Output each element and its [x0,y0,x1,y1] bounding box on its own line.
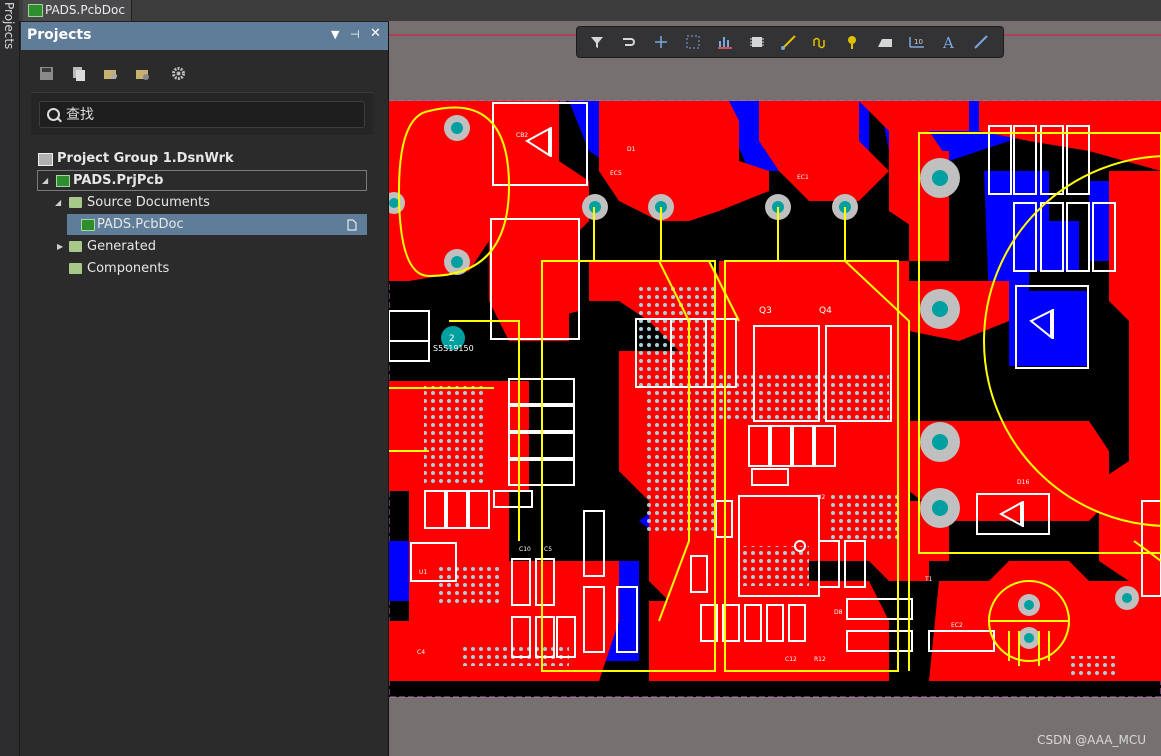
pcb-canvas[interactable]: CB2 D1 EC5 EC1 Q3 Q4 D16 EC2 T1 C10 C5 U… [389,21,1161,756]
pcb-doc-icon [81,219,95,231]
route-icon[interactable] [619,32,639,52]
ref-t1: T1 [924,576,933,583]
tree-label: Generated [87,239,156,254]
ref-ec5: EC5 [610,170,622,177]
folder-icon [69,263,82,274]
ref-d16: D16 [1017,479,1029,486]
workspace-icon [38,153,53,166]
projects-side-tab[interactable]: Projects [0,0,20,756]
expand-arrow-icon[interactable]: ◢ [55,192,61,213]
watermark-text: CSDN @AAA_MCU [1037,733,1146,747]
panel-pin-icon[interactable]: ⊣ [350,28,360,41]
active-bar-toolbar: 10 A [576,26,1004,58]
ref-d1: D1 [627,146,636,153]
panel-close-icon[interactable]: ✕ [370,26,381,41]
tree-item-pcb-doc[interactable]: PADS.PcbDoc [67,214,367,235]
chart-icon[interactable] [715,32,735,52]
copy-doc-icon[interactable] [71,66,86,81]
tree-item-project-group[interactable]: Project Group 1.DsnWrk [37,148,367,169]
ref-c4: C4 [417,649,425,656]
search-icon [47,108,60,121]
altium-window: Projects PADS.PcbDoc Projects ▼ ⊣ ✕ 查找 P… [0,0,1161,756]
search-area [31,92,373,135]
search-box [39,101,365,128]
string-icon[interactable]: 10 [907,32,927,52]
place-via-icon[interactable] [843,32,863,52]
collapse-arrow-icon[interactable]: ▶ [57,236,63,257]
document-status-icon [347,219,357,231]
document-tab-label: PADS.PcbDoc [45,3,125,17]
pcb-project-icon [56,175,70,187]
folder-settings-icon[interactable] [135,66,150,81]
panel-header: Projects ▼ ⊣ ✕ [21,22,388,50]
ref-cb2: CB2 [516,132,528,139]
panel-title: Projects [27,27,92,43]
folder-icon [69,241,82,252]
fill-icon[interactable] [875,32,895,52]
tree-label: PADS.PrjPcb [73,173,164,188]
ref-q4: Q4 [819,306,832,316]
interactive-route-icon[interactable] [779,32,799,52]
gear-icon[interactable] [171,66,186,81]
open-folder-icon[interactable] [103,66,118,81]
ref-ec2: EC2 [951,622,963,629]
ref-d8: D8 [834,609,843,616]
ref-c12: C12 [785,656,797,663]
document-tab-pcbdoc[interactable]: PADS.PcbDoc [23,0,132,21]
part-number: S5S19150 [433,344,474,353]
tree-item-generated[interactable]: ▶ Generated [51,236,367,257]
ref-u2: U2 [817,494,825,501]
chip-icon[interactable] [747,32,767,52]
ref-c5: C5 [544,546,552,553]
ref-ec1: EC1 [797,174,809,181]
tree-label: Components [87,261,170,276]
search-input[interactable] [64,105,358,125]
tree-item-project[interactable]: ◢ PADS.PrjPcb [37,170,367,191]
tree-label: PADS.PcbDoc [97,217,184,232]
select-rect-icon[interactable] [683,32,703,52]
save-icon[interactable] [39,66,54,81]
folder-icon [69,197,82,208]
expand-arrow-icon[interactable]: ◢ [42,171,48,190]
tree-item-source-documents[interactable]: ◢ Source Documents [51,192,367,213]
diff-pair-icon[interactable] [811,32,831,52]
filter-icon[interactable] [587,32,607,52]
svg-text:A: A [942,34,954,52]
svg-text:10: 10 [914,38,923,46]
projects-panel: Projects ▼ ⊣ ✕ Project Group 1.DsnWrk [21,22,389,756]
cross-icon[interactable] [651,32,671,52]
ref-r12: R12 [814,656,826,663]
tree-label: Project Group 1.DsnWrk [57,151,234,166]
pcb-doc-icon [28,4,43,17]
panel-menu-icon[interactable]: ▼ [331,28,339,41]
tree-label: Source Documents [87,195,210,210]
ref-c10: C10 [519,546,531,553]
text-icon[interactable]: A [939,32,959,52]
projects-side-tab-label: Projects [2,2,16,50]
panel-toolbar [21,50,388,90]
pad-number: 2 [449,334,455,344]
tree-item-components[interactable]: Components [51,258,367,279]
ref-u1: U1 [419,569,427,576]
document-tab-bar: PADS.PcbDoc [19,0,1161,22]
pcb-layout: CB2 D1 EC5 EC1 Q3 Q4 D16 EC2 T1 C10 C5 U… [389,34,1161,698]
ref-q3: Q3 [759,306,772,316]
line-icon[interactable] [971,32,991,52]
